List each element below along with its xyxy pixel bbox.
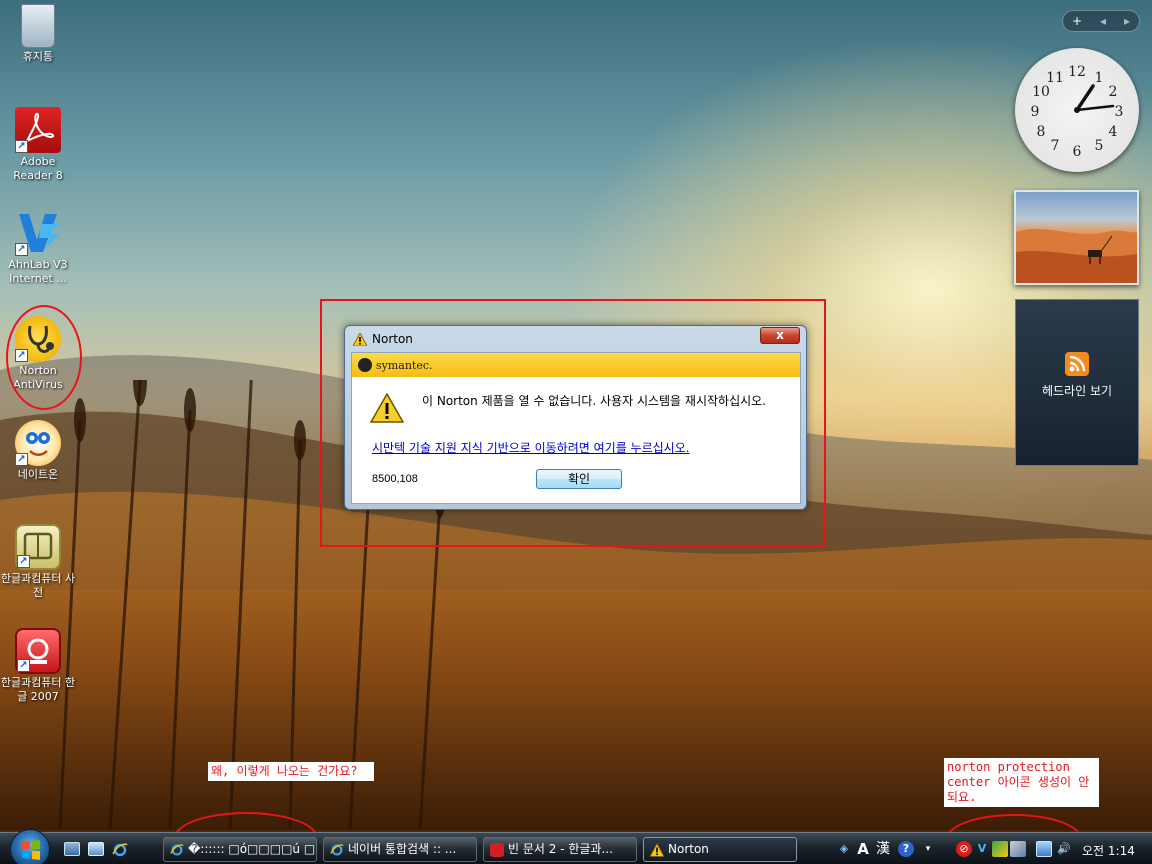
desktop-icon-ahnlab-v3[interactable]: ↗ AhnLab V3 Internet ... [0, 210, 76, 286]
clock-number: 2 [1109, 84, 1118, 100]
hangul-app-icon [490, 843, 504, 857]
taskbar-button-label: Norton [668, 842, 709, 856]
taskbar-button-hangul-document[interactable]: 빈 문서 2 - 한글과... [483, 837, 637, 862]
recycle-bin-icon [21, 4, 55, 48]
language-bar-icon[interactable]: ◈ [836, 841, 852, 857]
dialog-close-button[interactable]: x [760, 327, 800, 344]
nateon-icon: ↗ [15, 420, 61, 466]
ahnlab-v3-icon: ↗ [15, 210, 61, 256]
taskbar-button-ie-window[interactable]: �:::::: □ó□□□□ú □... [163, 837, 317, 862]
warning-icon [650, 843, 664, 857]
taskbar-button-label: �:::::: □ó□□□□ú □... [188, 842, 317, 856]
clock-number: 11 [1046, 70, 1064, 86]
feed-headlines-gadget[interactable]: 헤드라인 보기 [1015, 299, 1139, 466]
clock-number: 5 [1095, 138, 1104, 154]
sidebar-controls: + ◂ ▸ [1062, 10, 1140, 32]
clock-gadget[interactable]: 12 1 2 3 4 5 6 7 8 9 10 11 [1015, 48, 1139, 172]
clock-number: 9 [1031, 104, 1040, 120]
add-gadget-icon[interactable]: + [1072, 14, 1082, 28]
shortcut-arrow-icon: ↗ [17, 555, 30, 568]
desktop-icon-nateon[interactable]: ↗ 네이트온 [0, 420, 76, 482]
help-icon[interactable]: ? [898, 841, 914, 857]
dialog-titlebar[interactable]: Norton [345, 326, 806, 352]
internet-explorer-icon [330, 844, 344, 856]
norton-error-dialog: Norton x symantec. 이 Norton 제품을 열 수 없습니다… [344, 325, 807, 510]
annotation-note-right: norton protection center 아이콘 생성이 안되요. [944, 758, 1099, 807]
language-bar-options-icon[interactable]: ▾ [920, 841, 936, 857]
desktop-icon-label: 한글과컴퓨터 사전 [0, 572, 76, 599]
tray-app-icon[interactable] [1010, 841, 1026, 857]
internet-explorer-icon[interactable] [112, 842, 128, 857]
clock-number: 6 [1073, 144, 1082, 160]
desktop-icon-label: 휴지통 [22, 50, 54, 63]
slideshow-gadget[interactable] [1014, 190, 1139, 285]
start-button[interactable] [10, 829, 50, 864]
clock-number: 3 [1115, 104, 1124, 120]
taskbar-button-label: 빈 문서 2 - 한글과... [508, 842, 613, 856]
taskbar: �:::::: □ó□□□□ú □... 네이버 통합검색 :: ... 빈 문… [0, 829, 1152, 864]
desktop-icon-hangul-2007[interactable]: ↗ 한글과컴퓨터 한글 2007 [0, 628, 76, 704]
desktop-icon-label: Adobe Reader 8 [13, 155, 63, 182]
hancom-dictionary-icon: ↗ [15, 524, 61, 570]
hangul-2007-icon: ↗ [15, 628, 61, 674]
clock-minute-hand [1075, 104, 1115, 112]
windows-logo-icon [22, 840, 40, 860]
warning-icon [353, 332, 367, 346]
shortcut-arrow-icon: ↗ [15, 140, 28, 153]
clock-face: 12 1 2 3 4 5 6 7 8 9 10 11 [1031, 64, 1124, 160]
error-code: 8500,108 [372, 473, 418, 485]
taskbar-button-naver-search[interactable]: 네이버 통합검색 :: ... [323, 837, 477, 862]
support-knowledge-base-link[interactable]: 시만텍 기술 지원 지식 기반으로 이동하려면 여기를 누르십시오. [372, 439, 690, 456]
switch-windows-icon[interactable] [88, 842, 104, 856]
annotation-note-left: 왜, 이렇게 나오는 건가요? [208, 762, 374, 781]
clock-number: 12 [1068, 64, 1086, 80]
input-mode-english[interactable]: A [855, 841, 871, 857]
blocked-icon[interactable]: ⊘ [956, 841, 972, 857]
desktop-icon-recycle-bin[interactable]: 휴지통 [0, 4, 76, 64]
desktop-icon-label: Norton AntiVirus [13, 364, 63, 391]
symantec-logo-icon [358, 358, 372, 372]
ahnlab-tray-icon[interactable]: V [974, 841, 990, 857]
symantec-brand-text: symantec. [376, 358, 433, 372]
dialog-message: 이 Norton 제품을 열 수 없습니다. 사용자 시스템을 재시작하십시오. [422, 394, 767, 408]
large-warning-icon [370, 393, 404, 423]
slideshow-image [1016, 228, 1137, 283]
dialog-client-area: symantec. 이 Norton 제품을 열 수 없습니다. 사용자 시스템… [351, 352, 801, 504]
desktop-icon-adobe-reader[interactable]: ↗ Adobe Reader 8 [0, 107, 76, 183]
show-desktop-icon[interactable] [64, 842, 80, 856]
taskbar-button-label: 네이버 통합검색 :: ... [348, 842, 457, 856]
next-arrow-icon[interactable]: ▸ [1124, 14, 1130, 28]
prev-arrow-icon[interactable]: ◂ [1100, 14, 1106, 28]
shortcut-arrow-icon: ↗ [15, 243, 28, 256]
desktop-icon-label: AhnLab V3 Internet ... [8, 258, 68, 285]
rss-feed-icon [1065, 352, 1089, 376]
speaker-volume-icon[interactable]: 🔊 [1056, 841, 1072, 857]
desktop-icon-label: 네이트온 [17, 468, 59, 481]
taskbar-button-norton[interactable]: Norton [643, 837, 797, 862]
clock-hour-hand [1075, 84, 1095, 112]
desktop-icon-norton-antivirus[interactable]: ↗ Norton AntiVirus [0, 316, 76, 392]
internet-explorer-icon [170, 844, 184, 856]
desktop-icon-hancom-dictionary[interactable]: ↗ 한글과컴퓨터 사전 [0, 524, 76, 600]
shortcut-arrow-icon: ↗ [15, 349, 28, 362]
adobe-reader-icon: ↗ [15, 107, 61, 153]
feed-label: 헤드라인 보기 [1041, 384, 1113, 398]
network-status-icon[interactable] [992, 841, 1008, 857]
clock-number: 7 [1051, 138, 1060, 154]
clock-number: 4 [1109, 124, 1118, 140]
ok-button[interactable]: 확인 [536, 469, 622, 489]
clock-number: 8 [1037, 124, 1046, 140]
network-connection-icon[interactable] [1036, 841, 1052, 857]
symantec-brand-bar: symantec. [352, 353, 800, 377]
clock-number: 10 [1032, 84, 1050, 100]
input-mode-hanja[interactable]: 漢 [875, 841, 891, 857]
shortcut-arrow-icon: ↗ [17, 659, 30, 672]
dialog-title: Norton [372, 332, 413, 346]
clock-number: 1 [1095, 70, 1104, 86]
shortcut-arrow-icon: ↗ [15, 453, 28, 466]
desktop-icon-label: 한글과컴퓨터 한글 2007 [0, 676, 76, 703]
taskbar-clock[interactable]: 오전 1:14 [1082, 842, 1135, 859]
norton-antivirus-icon: ↗ [15, 316, 61, 362]
